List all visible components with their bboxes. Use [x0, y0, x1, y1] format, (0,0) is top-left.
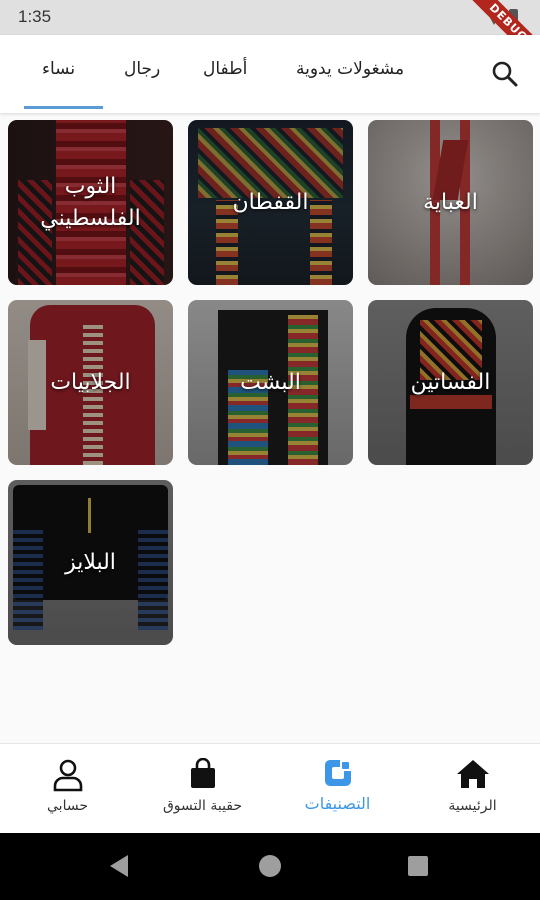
tab-handmade[interactable]: مشغولات يدوية: [296, 59, 404, 79]
nav-home-label: الرئيسية: [448, 798, 497, 814]
nav-shopping-bag[interactable]: حقيبة التسوق: [135, 744, 270, 834]
category-card-bisht[interactable]: البشت: [188, 300, 353, 465]
category-label: البشت: [240, 369, 301, 395]
category-label: الفساتين: [410, 369, 491, 395]
nav-categories[interactable]: التصنيفات: [270, 744, 405, 834]
tab-men[interactable]: رجال: [124, 59, 160, 79]
bottom-navigation: الرئيسية التصنيفات حقيبة التسوق حسابي: [0, 743, 540, 833]
shopping-bag-icon: [190, 758, 215, 788]
search-button[interactable]: [488, 57, 522, 91]
category-card-dresses[interactable]: الفساتين: [368, 300, 533, 465]
category-label: الجلابيات: [50, 369, 131, 395]
tab-indicator: [24, 106, 103, 109]
category-label: الثوب الفلسطيني: [40, 173, 141, 231]
nav-account-label: حسابي: [47, 798, 88, 814]
nav-account[interactable]: حسابي: [0, 744, 135, 834]
category-card-abaya[interactable]: العباية: [368, 120, 533, 285]
nav-home[interactable]: الرئيسية: [405, 744, 540, 834]
categories-icon: [324, 760, 351, 786]
back-icon[interactable]: [110, 855, 128, 877]
home-circle-icon[interactable]: [259, 855, 281, 877]
tab-women[interactable]: نساء: [42, 59, 75, 79]
system-navigation-bar: [0, 833, 540, 900]
person-icon: [53, 759, 82, 792]
status-bar: 1:35 DEBUG: [0, 0, 540, 72]
nav-categories-label: التصنيفات: [304, 794, 371, 813]
home-icon: [456, 760, 489, 788]
category-card-palestinian-thobe[interactable]: الثوب الفلسطيني: [8, 120, 173, 285]
tab-kids[interactable]: أطفال: [203, 59, 247, 79]
category-label: البلايز: [65, 549, 116, 575]
tabs: مشغولات يدوية أطفال رجال نساء: [0, 35, 470, 113]
nav-shopping-bag-label: حقيبة التسوق: [162, 798, 243, 814]
search-icon: [492, 61, 518, 87]
category-tab-bar: مشغولات يدوية أطفال رجال نساء: [0, 35, 540, 113]
category-label: القفطان: [232, 189, 309, 215]
recent-apps-icon[interactable]: [408, 856, 428, 876]
category-card-blouses[interactable]: البلايز: [8, 480, 173, 645]
category-card-kaftan[interactable]: القفطان: [188, 120, 353, 285]
status-time: 1:35: [18, 7, 52, 26]
category-label: العباية: [423, 189, 478, 215]
category-card-jalabiya[interactable]: الجلابيات: [8, 300, 173, 465]
